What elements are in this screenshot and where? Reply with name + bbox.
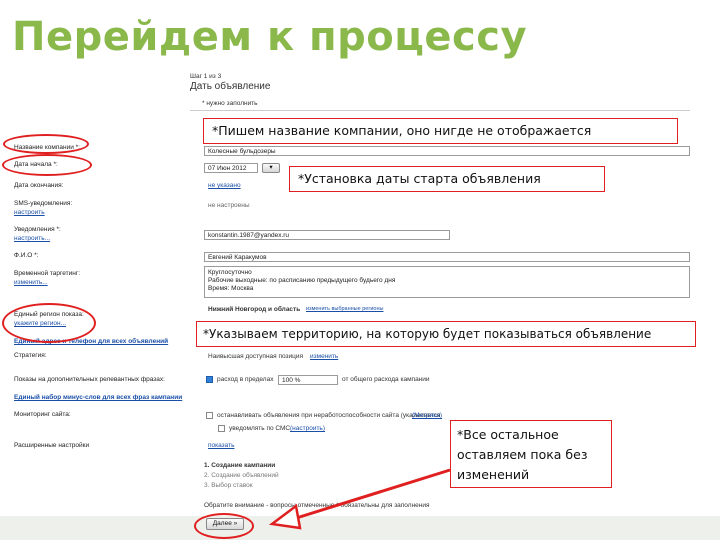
annotation-arrow bbox=[268, 468, 451, 530]
region-callout: *Указываем территорию, на которую будет … bbox=[196, 321, 696, 347]
rest-callout: *Все остальное оставляем пока без измене… bbox=[450, 420, 612, 488]
date-callout: *Установка даты старта объявления bbox=[289, 166, 605, 192]
company-callout: *Пишем название компании, оно нигде не о… bbox=[203, 118, 678, 144]
